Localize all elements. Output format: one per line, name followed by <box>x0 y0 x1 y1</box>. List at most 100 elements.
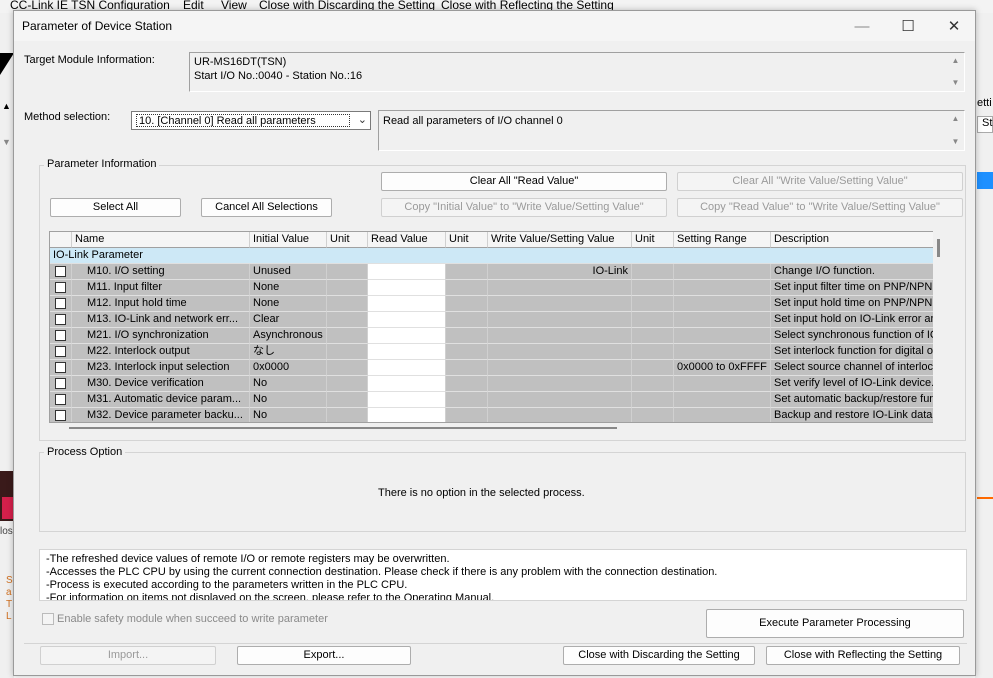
header-name[interactable]: Name <box>72 232 250 248</box>
row-write-value[interactable]: IO-Link <box>488 264 632 280</box>
row-checkbox-cell[interactable] <box>50 264 72 280</box>
scroll-down-icon[interactable]: ▼ <box>947 75 964 91</box>
row-select-checkbox[interactable] <box>55 266 66 277</box>
row-unit <box>632 392 674 408</box>
table-row[interactable]: M11. Input filter None Set input filter ti… <box>50 280 943 296</box>
row-write-value[interactable] <box>488 392 632 408</box>
row-checkbox-cell[interactable] <box>50 312 72 328</box>
row-select-checkbox[interactable] <box>55 314 66 325</box>
row-checkbox-cell[interactable] <box>50 408 72 422</box>
row-read-value[interactable] <box>368 360 446 376</box>
scroll-up-icon[interactable]: ▲ <box>947 53 964 69</box>
close-reflect-button[interactable]: Close with Reflecting the Setting <box>766 646 960 665</box>
header-description[interactable]: Description <box>771 232 943 248</box>
row-checkbox-cell[interactable] <box>50 392 72 408</box>
row-write-value[interactable] <box>488 408 632 422</box>
method-selection-dropdown[interactable]: 10. [Channel 0] Read all parameters ⌄ <box>131 111 371 130</box>
execute-parameter-processing-button[interactable]: Execute Parameter Processing <box>706 609 964 638</box>
row-checkbox-cell[interactable] <box>50 360 72 376</box>
maximize-icon[interactable]: ☐ <box>885 11 931 41</box>
clear-write-value-button[interactable]: Clear All "Write Value/Setting Value" <box>677 172 963 191</box>
row-write-value[interactable] <box>488 344 632 360</box>
notes-box: -The refreshed device values of remote I… <box>39 549 967 601</box>
row-description: Set interlock function for digital ou <box>771 344 943 360</box>
header-setting-range[interactable]: Setting Range <box>674 232 771 248</box>
copy-read-to-write-button[interactable]: Copy "Read Value" to "Write Value/Settin… <box>677 198 963 217</box>
row-initial-value: None <box>250 280 327 296</box>
row-write-value[interactable] <box>488 280 632 296</box>
row-checkbox-cell[interactable] <box>50 328 72 344</box>
table-row[interactable]: M13. IO-Link and network err... Clear Set … <box>50 312 943 328</box>
title-bar[interactable]: Parameter of Device Station — ☐ ✕ <box>14 11 975 41</box>
row-select-checkbox[interactable] <box>55 282 66 293</box>
row-checkbox-cell[interactable] <box>50 296 72 312</box>
row-write-value[interactable] <box>488 312 632 328</box>
row-checkbox-cell[interactable] <box>50 280 72 296</box>
table-row[interactable]: M30. Device verification No Set verify lev… <box>50 376 943 392</box>
row-select-checkbox[interactable] <box>55 346 66 357</box>
row-read-value[interactable] <box>368 376 446 392</box>
row-read-value[interactable] <box>368 344 446 360</box>
header-unit[interactable]: Unit <box>632 232 674 248</box>
bg-right-field[interactable]: St <box>977 116 993 133</box>
table-horizontal-scrollbar[interactable] <box>49 423 944 433</box>
table-row[interactable]: M21. I/O synchronization Asynchronous Sele… <box>50 328 943 344</box>
table-vertical-scrollbar[interactable] <box>933 231 944 423</box>
row-read-value[interactable] <box>368 408 446 422</box>
header-unit[interactable]: Unit <box>446 232 488 248</box>
row-checkbox-cell[interactable] <box>50 344 72 360</box>
header-read-value[interactable]: Read Value <box>368 232 446 248</box>
safety-module-checkbox[interactable] <box>42 613 54 625</box>
table-row[interactable]: M23. Interlock input selection 0x0000 0x00… <box>50 360 943 376</box>
chevron-down-icon[interactable]: ⌄ <box>358 113 367 126</box>
close-discard-button[interactable]: Close with Discarding the Setting <box>563 646 755 665</box>
copy-initial-to-write-button[interactable]: Copy "Initial Value" to "Write Value/Set… <box>381 198 667 217</box>
table-row[interactable]: M31. Automatic device param... No Set auto… <box>50 392 943 408</box>
row-read-value[interactable] <box>368 296 446 312</box>
row-description: Set input hold time on PNP/NPN in <box>771 296 943 312</box>
clear-read-value-button[interactable]: Clear All "Read Value" <box>381 172 667 191</box>
select-all-button[interactable]: Select All <box>50 198 181 217</box>
scroll-up-icon[interactable]: ▲ <box>947 111 964 127</box>
row-unit <box>632 376 674 392</box>
section-label: IO-Link Parameter <box>50 248 935 264</box>
table-row[interactable]: M12. Input hold time None Set input hold t… <box>50 296 943 312</box>
scrollbar-thumb[interactable] <box>69 427 617 429</box>
header-initial-value[interactable]: Initial Value <box>250 232 327 248</box>
row-read-value[interactable] <box>368 312 446 328</box>
row-select-checkbox[interactable] <box>55 298 66 309</box>
row-read-value[interactable] <box>368 392 446 408</box>
cancel-all-selections-button[interactable]: Cancel All Selections <box>201 198 332 217</box>
scroll-down-icon[interactable]: ▼ <box>947 134 964 150</box>
scrollbar-thumb[interactable] <box>937 239 940 257</box>
import-button[interactable]: Import... <box>40 646 216 665</box>
row-select-checkbox[interactable] <box>55 362 66 373</box>
row-name: M21. I/O synchronization <box>72 328 250 344</box>
row-select-checkbox[interactable] <box>55 394 66 405</box>
table-row[interactable]: M22. Interlock output なし Set interlock fun… <box>50 344 943 360</box>
row-read-value[interactable] <box>368 264 446 280</box>
row-write-value[interactable] <box>488 296 632 312</box>
method-description: Read all parameters of I/O channel 0 <box>383 115 563 127</box>
row-name: M32. Device parameter backu... <box>72 408 250 422</box>
row-write-value[interactable] <box>488 376 632 392</box>
row-read-value[interactable] <box>368 280 446 296</box>
row-select-checkbox[interactable] <box>55 378 66 389</box>
export-button[interactable]: Export... <box>237 646 411 665</box>
background-left-panel: ▲ ▼ los S a T L <box>0 13 14 678</box>
target-scrollbar[interactable]: ▲ ▼ <box>947 53 964 91</box>
row-read-value[interactable] <box>368 328 446 344</box>
row-select-checkbox[interactable] <box>55 330 66 341</box>
table-row[interactable]: M32. Device parameter backu... No Backup a… <box>50 408 943 422</box>
table-row[interactable]: M10. I/O setting Unused IO-Link Change I/O … <box>50 264 943 280</box>
minimize-icon[interactable]: — <box>839 11 885 41</box>
row-select-checkbox[interactable] <box>55 410 66 421</box>
method-description-scrollbar[interactable]: ▲ ▼ <box>947 111 964 150</box>
row-name: M23. Interlock input selection <box>72 360 250 376</box>
row-write-value[interactable] <box>488 328 632 344</box>
row-write-value[interactable] <box>488 360 632 376</box>
header-write-value[interactable]: Write Value/Setting Value <box>488 232 632 248</box>
row-checkbox-cell[interactable] <box>50 376 72 392</box>
close-icon[interactable]: ✕ <box>931 11 977 41</box>
header-unit[interactable]: Unit <box>327 232 368 248</box>
